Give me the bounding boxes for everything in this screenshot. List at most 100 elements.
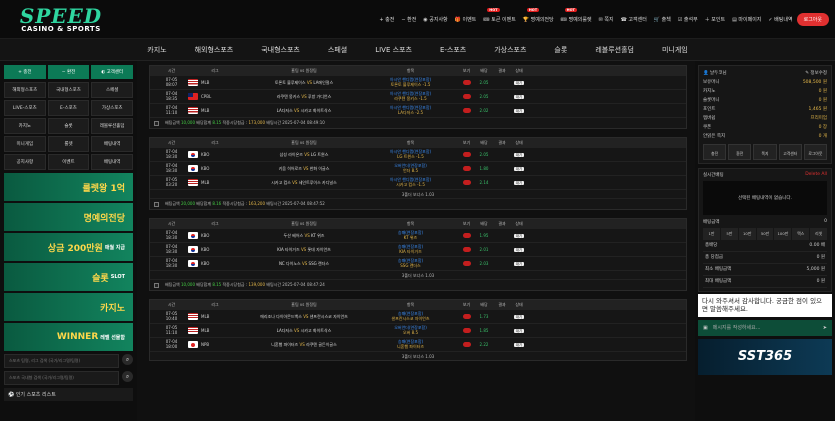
main-nav-item[interactable]: 국내형스포츠 <box>261 45 300 55</box>
left-menu-item[interactable]: LIVE-스포츠 <box>4 100 46 116</box>
user-action-button[interactable]: 환전 <box>728 144 752 160</box>
top-nav-item[interactable]: ☎ 고객센터 <box>621 16 647 23</box>
top-nav-item[interactable]: 🎟 명예의룰렛 HOT <box>561 7 592 23</box>
bet-pick: 언더 8.5 <box>403 167 418 173</box>
eye-icon[interactable] <box>462 152 471 157</box>
main-nav-item[interactable]: 카지노 <box>147 45 166 55</box>
left-menu-item[interactable]: 해외형스포츠 <box>4 82 46 98</box>
site-logo[interactable]: SPEED CASINO & SPORTS <box>6 6 116 33</box>
left-menu-item[interactable]: 배팅내역 <box>91 136 133 152</box>
top-nav-item[interactable]: − 환전 <box>401 16 416 23</box>
user-action-button[interactable]: 쪽지 <box>753 144 777 160</box>
search-icon[interactable]: ⌕ <box>122 354 133 365</box>
promo-banner[interactable]: 카지노 <box>4 293 133 321</box>
quick-amount-button[interactable]: 1만 <box>703 228 720 240</box>
top-nav-item[interactable]: ✓ 배팅내역 <box>768 16 792 23</box>
quick-amount-button[interactable]: 5만 <box>720 228 738 240</box>
left-menu-item[interactable]: 배팅내역 <box>91 154 133 170</box>
main-nav-item[interactable]: 해외형스포츠 <box>195 45 234 55</box>
left-action-button[interactable]: − 환전 <box>47 65 90 79</box>
main-nav-item[interactable]: E-스포츠 <box>440 45 466 55</box>
left-menu-item[interactable]: 카지노 <box>4 118 46 134</box>
user-name: 👤 날두코님 <box>703 71 727 76</box>
sst-banner[interactable]: SST365 <box>698 338 832 375</box>
left-menu-item[interactable]: 미니게임 <box>4 136 46 152</box>
eye-icon[interactable] <box>462 328 471 333</box>
eye-icon[interactable] <box>462 80 471 85</box>
hot-badge: HOT <box>526 7 540 12</box>
promo-banner[interactable]: 슬롯 SLOT <box>4 263 133 291</box>
quick-amount-button[interactable]: 10만 <box>738 228 756 240</box>
header-cell: 상태 <box>515 67 523 73</box>
league-name: MLB <box>201 180 210 185</box>
left-menu-item[interactable]: 국내형스포츠 <box>47 82 90 98</box>
top-nav-item[interactable]: 🎁 이벤트 <box>455 16 477 23</box>
eye-icon[interactable] <box>462 342 471 347</box>
top-nav-item[interactable]: ▤ 마이페이지 <box>732 16 761 23</box>
main-nav-item[interactable]: 스페셜 <box>328 45 347 55</box>
eye-icon[interactable] <box>462 261 471 266</box>
left-action-button[interactable]: + 충전 <box>4 65 46 79</box>
top-nav-item[interactable]: 🏆 명예의전당 HOT <box>523 7 554 23</box>
amount-value[interactable]: 0 <box>824 219 827 225</box>
left-menu-item[interactable]: E-스포츠 <box>47 100 90 116</box>
promo-banner[interactable]: 룰렛왕 1억 <box>4 173 133 201</box>
home-team: 라쿠텐 몽키스 <box>276 93 301 99</box>
search-input-domestic[interactable]: 스포츠 국내형 검색 (국가/리그명/팀명) <box>4 371 119 385</box>
eye-icon[interactable] <box>462 247 471 252</box>
eye-icon[interactable] <box>462 166 471 171</box>
user-action-button[interactable]: 로그아웃 <box>803 144 828 160</box>
top-nav-item[interactable]: 🛒 출첵 <box>654 16 671 23</box>
user-action-button[interactable]: 충전 <box>703 144 727 160</box>
left-action-button[interactable]: ◐ 고객센터 <box>91 65 134 79</box>
top-nav-item[interactable]: ☑ 출석부 <box>678 16 698 23</box>
select-checkbox[interactable] <box>154 282 159 288</box>
select-checkbox[interactable] <box>154 120 159 126</box>
eye-icon[interactable] <box>462 180 471 185</box>
main-nav-item[interactable]: 레볼루션홀덤 <box>595 45 634 55</box>
main-nav-item[interactable]: 가상스포츠 <box>494 45 526 55</box>
quick-amount-button[interactable]: 맥스 <box>792 228 810 240</box>
quick-amount-button[interactable]: 리셋 <box>810 228 828 240</box>
quick-amount-button[interactable]: 100만 <box>774 228 792 240</box>
logout-button[interactable]: 로그아웃 <box>796 12 829 26</box>
main-nav-item[interactable]: LIVE 스포츠 <box>375 45 412 55</box>
slip-title[interactable]: 실시간배팅 <box>703 172 724 178</box>
top-nav-item[interactable]: ✉ 쪽지 <box>599 16 614 23</box>
promo-banner[interactable]: WINNER 레벨 선물함 <box>4 323 133 351</box>
table-row: 07-04 18:00 NPB 니혼햄 파이터즈 VS 라쿠텐 골든이글스 승패(연장포… <box>150 337 686 351</box>
main-nav-item[interactable]: 슬롯 <box>554 45 567 55</box>
user-action-button[interactable]: 고객센터 <box>778 144 802 160</box>
left-menu-item[interactable]: 공지사항 <box>4 154 46 170</box>
eye-icon[interactable] <box>462 314 471 319</box>
delete-all-button[interactable]: Delete All <box>805 172 827 178</box>
eye-icon[interactable] <box>462 233 471 238</box>
top-nav-item[interactable]: ◉ 공지사항 <box>423 16 447 23</box>
top-nav-item[interactable]: 🎟 토큰 이벤트 HOT <box>483 7 516 23</box>
eye-icon[interactable] <box>462 108 471 113</box>
balance-value: 프리미엄 <box>810 116 827 121</box>
popular-sports-header[interactable]: ⚽ 인기 스포츠 리스트 <box>4 388 133 401</box>
search-input[interactable]: 스포츠 팀명, 리그 검색 (국가/리그명/팀명) <box>4 354 119 368</box>
left-menu-item[interactable]: 가상스포츠 <box>91 100 133 116</box>
quick-amount-button[interactable]: 50만 <box>756 228 774 240</box>
edit-profile-link[interactable]: ✎ 정보수정 <box>805 69 827 78</box>
left-menu-item[interactable]: 스페셜 <box>91 82 133 98</box>
bet-pick: 시카고 컵스 -1.5 <box>396 181 425 187</box>
send-icon[interactable]: ➤ <box>823 325 827 331</box>
eye-icon[interactable] <box>462 94 471 99</box>
slip-empty-message: 선택된 배팅내역이 없습니다. <box>703 181 827 215</box>
search-icon[interactable]: ⌕ <box>122 371 133 382</box>
left-menu-item[interactable]: 룰렛 <box>47 136 90 152</box>
top-nav-item[interactable]: + 충전 <box>379 16 394 23</box>
select-checkbox[interactable] <box>154 201 159 207</box>
promo-banner[interactable]: 명예의전당 <box>4 203 133 231</box>
main-nav-item[interactable]: 미니게임 <box>662 45 688 55</box>
left-menu-item[interactable]: 레볼루션홀덤 <box>91 118 133 134</box>
balance-row: 슬롯머니 0 원 <box>703 96 827 105</box>
chat-input[interactable]: 메시지를 작성하세요... <box>713 324 818 331</box>
left-menu-item[interactable]: 슬롯 <box>47 118 90 134</box>
top-nav-item[interactable]: ＋ 포인트 <box>705 16 725 23</box>
left-menu-item[interactable]: 이벤트 <box>47 154 90 170</box>
promo-banner[interactable]: 상금 200만원 매월 지급 <box>4 233 133 261</box>
